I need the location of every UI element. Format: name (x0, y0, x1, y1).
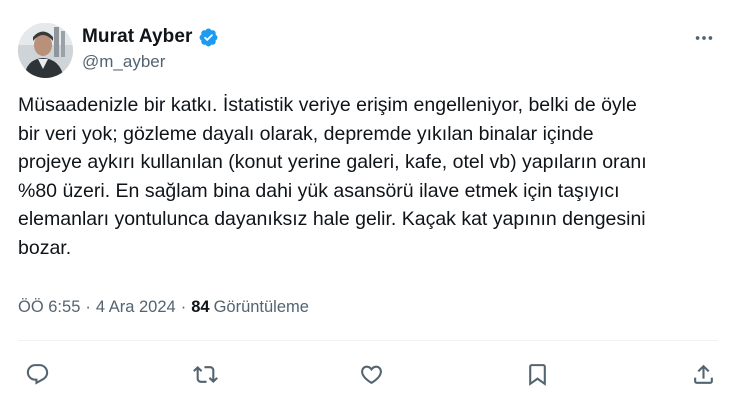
more-horizontal-icon[interactable] (690, 24, 718, 52)
tweet-meta: ÖÖ 6:55 · 4 Ara 2024 · 84 Görüntüleme (18, 298, 309, 317)
avatar-image (18, 23, 73, 78)
meta-separator: · (180, 298, 187, 316)
display-name[interactable]: Murat Ayber (82, 26, 193, 48)
retweet-icon[interactable] (189, 358, 221, 390)
tweet-text: Müsaadenizle bir katkı. İstatistik veriy… (18, 94, 647, 259)
verified-badge-icon (198, 27, 219, 48)
tweet-time[interactable]: ÖÖ 6:55 (18, 298, 80, 317)
views-count: 84 (191, 298, 210, 316)
user-handle[interactable]: @m_ayber (82, 52, 165, 72)
like-icon[interactable] (355, 358, 387, 390)
bookmark-icon[interactable] (521, 358, 553, 390)
avatar[interactable] (18, 23, 73, 78)
reply-icon[interactable] (21, 358, 53, 390)
share-icon[interactable] (687, 358, 719, 390)
views-label: Görüntüleme (213, 298, 309, 316)
tweet-header: Murat Ayber @m_ayber (18, 18, 718, 78)
action-bar (18, 358, 718, 390)
tweet-date[interactable]: 4 Ara 2024 (96, 298, 176, 317)
divider (18, 340, 718, 341)
meta-separator: · (85, 298, 91, 316)
